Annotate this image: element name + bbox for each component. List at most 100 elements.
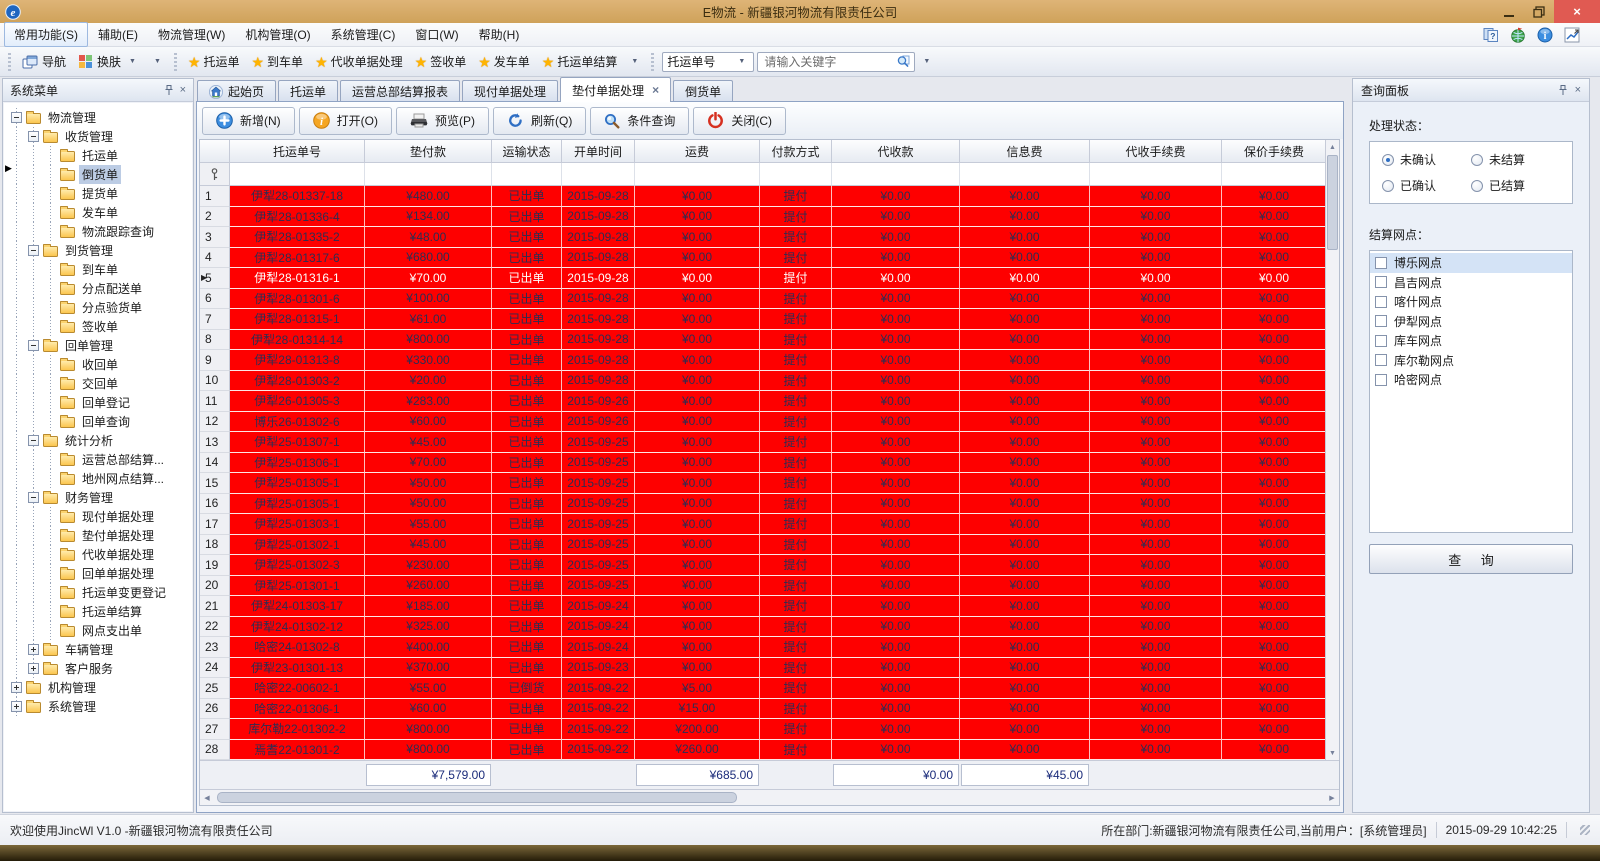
refresh-button[interactable]: 刷新(Q) [493, 107, 586, 135]
network-item-库尔勒网点[interactable]: 库尔勒网点 [1370, 351, 1572, 371]
checkbox-icon[interactable] [1375, 335, 1387, 347]
tree-item-系统管理[interactable]: 系统管理 [4, 697, 192, 716]
expand-icon[interactable] [28, 644, 39, 655]
preview-button[interactable]: 预览(P) [396, 107, 489, 135]
filter-cell[interactable] [365, 163, 492, 186]
table-row[interactable]: 17伊犁25-01303-1¥55.00已出单2015-09-25¥0.00提付… [200, 514, 1339, 535]
menu-item[interactable]: 物流管理(W) [148, 22, 235, 47]
checkbox-icon[interactable] [1375, 374, 1387, 386]
vertical-scrollbar[interactable]: ▲ ▼ [1325, 140, 1339, 760]
network-item-哈密网点[interactable]: 哈密网点 [1370, 370, 1572, 390]
table-row[interactable]: 27库尔勒22-01302-2¥800.00已出单2015-09-22¥200.… [200, 719, 1339, 740]
table-row[interactable]: 21伊犁24-01303-17¥185.00已出单2015-09-24¥0.00… [200, 596, 1339, 617]
tree-item-客户服务[interactable]: 客户服务 [4, 659, 192, 678]
network-item-博乐网点[interactable]: 博乐网点 [1370, 253, 1572, 273]
pin-icon[interactable] [1558, 85, 1568, 96]
query-button[interactable]: 查 询 [1369, 544, 1573, 574]
table-row[interactable]: 2伊犁28-01336-4¥134.00已出单2015-09-28¥0.00提付… [200, 207, 1339, 228]
toolbar-overflow-button[interactable]: ▼ [917, 56, 936, 67]
tab-起始页[interactable]: 起始页 [197, 80, 276, 102]
column-header-开单时间[interactable]: 开单时间 [562, 140, 635, 163]
tree-item-地州网点结算...[interactable]: 地州网点结算... [4, 469, 192, 488]
collapse-icon[interactable] [28, 435, 39, 446]
tab-现付单据处理[interactable]: 现付单据处理 [462, 80, 558, 102]
table-row[interactable]: 6伊犁28-01301-6¥100.00已出单2015-09-28¥0.00提付… [200, 289, 1339, 310]
chart-icon[interactable] [1564, 27, 1580, 43]
tree-item-到车单[interactable]: 到车单 [4, 260, 192, 279]
radio-未确认[interactable]: 未确认 [1382, 151, 1471, 168]
table-row[interactable]: 18伊犁25-01302-1¥45.00已出单2015-09-25¥0.00提付… [200, 535, 1339, 556]
favorite-button[interactable]: ★托运单 [182, 53, 246, 70]
filter-cell[interactable] [760, 163, 832, 186]
column-header-运费[interactable]: 运费 [635, 140, 760, 163]
close-icon[interactable]: × [1575, 85, 1581, 96]
search-icon[interactable] [897, 55, 910, 68]
favorite-button[interactable]: ★到车单 [245, 53, 309, 70]
resize-grip[interactable] [1580, 825, 1590, 835]
menu-item[interactable]: 常用功能(S) [4, 22, 88, 47]
tree-item-网点支出单[interactable]: 网点支出单 [4, 621, 192, 640]
checkbox-icon[interactable] [1375, 296, 1387, 308]
search-type-combobox[interactable]: 托运单号 ▼ [662, 52, 754, 72]
table-row[interactable]: 3伊犁28-01335-2¥48.00已出单2015-09-28¥0.00提付¥… [200, 227, 1339, 248]
tree-item-提货单[interactable]: 提货单 [4, 184, 192, 203]
tree-item-现付单据处理[interactable]: 现付单据处理 [4, 507, 192, 526]
tree-item-统计分析[interactable]: 统计分析 [4, 431, 192, 450]
search-input[interactable] [762, 54, 897, 70]
pin-icon[interactable] [164, 85, 174, 96]
network-item-库车网点[interactable]: 库车网点 [1370, 331, 1572, 351]
network-item-昌吉网点[interactable]: 昌吉网点 [1370, 273, 1572, 293]
network-item-喀什网点[interactable]: 喀什网点 [1370, 292, 1572, 312]
table-row[interactable]: 23哈密24-01302-8¥400.00已出单2015-09-24¥0.00提… [200, 637, 1339, 658]
collapse-icon[interactable] [28, 340, 39, 351]
table-row[interactable]: 26哈密22-01306-1¥60.00已出单2015-09-22¥15.00提… [200, 699, 1339, 720]
menu-item[interactable]: 系统管理(C) [321, 22, 406, 47]
favorite-button[interactable]: ★代收单据处理 [309, 53, 409, 70]
column-header-付款方式[interactable]: 付款方式 [760, 140, 832, 163]
condition-query-button[interactable]: 条件查询 [590, 107, 689, 135]
table-row[interactable]: 11伊犁26-01305-3¥283.00已出单2015-09-26¥0.00提… [200, 391, 1339, 412]
checkbox-icon[interactable] [1375, 315, 1387, 327]
tab-垫付单据处理[interactable]: 垫付单据处理× [560, 77, 671, 102]
scroll-left-icon[interactable]: ◀ [200, 790, 214, 805]
tree-item-机构管理[interactable]: 机构管理 [4, 678, 192, 697]
tree-item-代收单据处理[interactable]: 代收单据处理 [4, 545, 192, 564]
scroll-right-icon[interactable]: ▶ [1325, 790, 1339, 805]
info-icon[interactable]: i [1537, 27, 1553, 43]
table-row[interactable]: 16伊犁25-01305-1¥50.00已出单2015-09-25¥0.00提付… [200, 494, 1339, 515]
menu-item[interactable]: 辅助(E) [88, 22, 148, 47]
minimize-button[interactable] [1494, 0, 1524, 23]
table-row[interactable]: 13伊犁25-01307-1¥45.00已出单2015-09-25¥0.00提付… [200, 432, 1339, 453]
filter-cell[interactable] [960, 163, 1090, 186]
tree-item-托运单[interactable]: 托运单 [4, 146, 192, 165]
tree-item-车辆管理[interactable]: 车辆管理 [4, 640, 192, 659]
open-button[interactable]: i打开(O) [299, 107, 392, 135]
tree-item-物流管理[interactable]: 物流管理 [4, 108, 192, 127]
column-header-托运单号[interactable]: 托运单号 [230, 140, 365, 163]
tree-item-回单管理[interactable]: 回单管理 [4, 336, 192, 355]
column-header-保价手续费[interactable]: 保价手续费 [1222, 140, 1327, 163]
table-row[interactable]: 1伊犁28-01337-18¥480.00已出单2015-09-28¥0.00提… [200, 186, 1339, 207]
table-row[interactable]: 7伊犁28-01315-1¥61.00已出单2015-09-28¥0.00提付¥… [200, 309, 1339, 330]
expand-icon[interactable] [11, 701, 22, 712]
tree-item-交回单[interactable]: 交回单 [4, 374, 192, 393]
tree-item-运营总部结算...[interactable]: 运营总部结算... [4, 450, 192, 469]
table-row[interactable]: 14伊犁25-01306-1¥70.00已出单2015-09-25¥0.00提付… [200, 453, 1339, 474]
tree-item-垫付单据处理[interactable]: 垫付单据处理 [4, 526, 192, 545]
table-row[interactable]: 24伊犁23-01301-13¥370.00已出单2015-09-23¥0.00… [200, 658, 1339, 679]
table-row[interactable]: ▶5伊犁28-01316-1¥70.00已出单2015-09-28¥0.00提付… [200, 268, 1339, 289]
table-row[interactable]: 10伊犁28-01303-2¥20.00已出单2015-09-28¥0.00提付… [200, 371, 1339, 392]
tree-item-收回单[interactable]: 收回单 [4, 355, 192, 374]
tree-item-倒货单[interactable]: 倒货单 [4, 165, 192, 184]
horizontal-scroll-thumb[interactable] [217, 792, 737, 803]
tab-close-icon[interactable]: × [652, 83, 659, 97]
tree-item-托运单结算[interactable]: 托运单结算 [4, 602, 192, 621]
column-header-垫付款[interactable]: 垫付款 [365, 140, 492, 163]
filter-cell[interactable] [230, 163, 365, 186]
navigation-button[interactable]: 导航 [16, 50, 72, 73]
tree-item-回单登记[interactable]: 回单登记 [4, 393, 192, 412]
table-row[interactable]: 4伊犁28-01317-6¥680.00已出单2015-09-28¥0.00提付… [200, 248, 1339, 269]
table-row[interactable]: 20伊犁25-01301-1¥260.00已出单2015-09-25¥0.00提… [200, 576, 1339, 597]
tab-托运单[interactable]: 托运单 [278, 80, 338, 102]
tree-item-财务管理[interactable]: 财务管理 [4, 488, 192, 507]
